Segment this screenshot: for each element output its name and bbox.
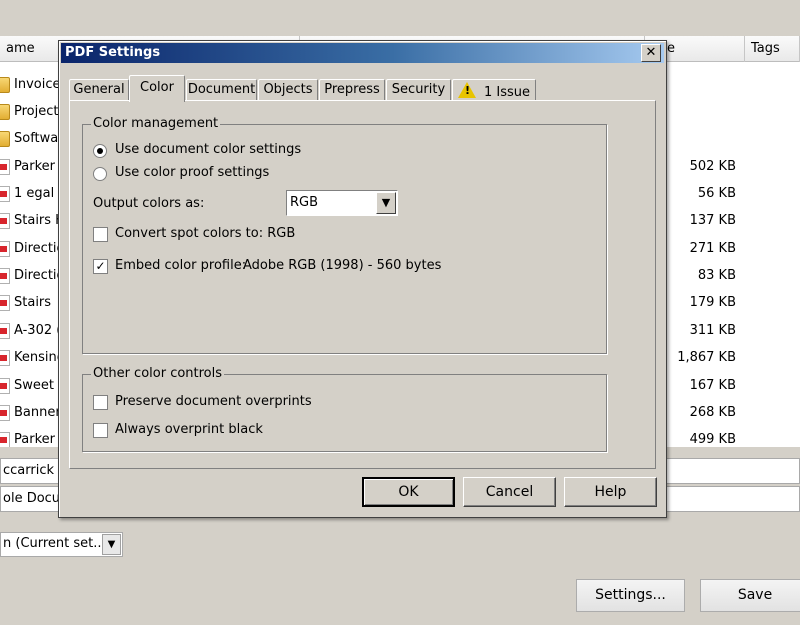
checkbox-unchecked-icon[interactable] [93, 227, 108, 242]
overprint-black-label: Always overprint black [115, 422, 263, 437]
file-size: 502 KB [689, 159, 736, 174]
tab-objects[interactable]: Objects [258, 79, 318, 101]
checkbox-unchecked-icon[interactable] [93, 423, 108, 438]
cancel-button[interactable]: Cancel [463, 477, 556, 507]
other-color-controls-label: Other color controls [91, 366, 225, 381]
warning-icon: ! [457, 82, 476, 98]
file-name: Invoice [14, 77, 61, 92]
tab-issues[interactable]: ! 1 Issue [452, 79, 536, 101]
radio-unselected-icon[interactable] [93, 167, 107, 181]
folder-icon [0, 77, 10, 93]
output-colors-select[interactable]: RGB ▼ [286, 190, 398, 216]
radio-selected-icon[interactable] [93, 144, 107, 158]
embed-color-profile-label: Embed color profile: [115, 258, 247, 273]
tab-document[interactable]: Document [186, 79, 257, 101]
file-size: 137 KB [689, 213, 736, 228]
dialog-title: PDF Settings [65, 45, 161, 60]
folder-icon [0, 104, 10, 120]
preset-select-value: n (Current set... [3, 536, 106, 551]
file-size: 311 KB [689, 323, 736, 338]
pdf-file-icon [0, 241, 10, 257]
embed-color-profile-value: Adobe RGB (1998) - 560 bytes [243, 258, 442, 273]
file-name: A-302 ( [14, 323, 62, 338]
file-name: Softwa [14, 131, 59, 146]
pdf-file-icon [0, 295, 10, 311]
color-management-label: Color management [91, 116, 221, 131]
pdf-file-icon [0, 186, 10, 202]
pdf-file-icon [0, 350, 10, 366]
file-size: 83 KB [697, 268, 736, 283]
other-color-controls-group: Other color controls Preserve document o… [82, 366, 607, 452]
file-name: Parker [14, 159, 55, 174]
use-color-proof-label: Use color proof settings [115, 165, 270, 180]
file-name: Parker [14, 432, 55, 447]
file-name: Banner [14, 405, 61, 420]
convert-spot-colors-label: Convert spot colors to: RGB [115, 226, 296, 241]
tab-security[interactable]: Security [386, 79, 451, 101]
color-management-group: Color management Use document color sett… [82, 116, 607, 354]
help-button[interactable]: Help [564, 477, 657, 507]
checkmark-icon[interactable]: ✓ [93, 259, 108, 274]
dialog-titlebar[interactable]: PDF Settings ✕ [61, 43, 664, 63]
checkbox-unchecked-icon[interactable] [93, 395, 108, 410]
tab-color[interactable]: Color [129, 75, 185, 102]
ok-button[interactable]: OK [362, 477, 455, 507]
file-name: Stairs [14, 295, 52, 310]
file-name: Project [14, 104, 59, 119]
use-document-color-label: Use document color settings [115, 142, 302, 157]
pdf-settings-dialog: PDF Settings ✕ General Color Document Ob… [58, 40, 667, 518]
tab-general[interactable]: General [69, 79, 129, 101]
dropdown-arrow-icon[interactable]: ▼ [376, 192, 396, 214]
file-name: Directio [14, 241, 65, 256]
preset-select[interactable]: n (Current set... ▼ [0, 532, 123, 557]
folder-icon [0, 131, 10, 147]
background-toolbar-area [0, 0, 800, 36]
file-size: 1,867 KB [677, 350, 736, 365]
save-button[interactable]: Save [700, 579, 800, 612]
file-size: 56 KB [697, 186, 736, 201]
output-colors-value: RGB [290, 195, 319, 210]
pdf-file-icon [0, 432, 10, 447]
preserve-overprints-label: Preserve document overprints [115, 394, 312, 409]
column-header-tags[interactable]: Tags [745, 36, 800, 62]
output-colors-label: Output colors as: [93, 196, 205, 211]
pdf-file-icon [0, 405, 10, 421]
file-name: Stairs K [14, 213, 64, 228]
pdf-file-icon [0, 268, 10, 284]
file-size: 167 KB [689, 378, 736, 393]
file-size: 271 KB [689, 241, 736, 256]
file-name: Sweet r [14, 378, 64, 393]
file-size: 268 KB [689, 405, 736, 420]
dropdown-arrow-icon[interactable]: ▼ [102, 534, 121, 555]
pdf-file-icon [0, 159, 10, 175]
file-name: 1 egal [14, 186, 55, 201]
file-size: 499 KB [689, 432, 736, 447]
close-icon[interactable]: ✕ [641, 44, 661, 62]
file-size: 179 KB [689, 295, 736, 310]
pdf-file-icon [0, 378, 10, 394]
file-name: Directio [14, 268, 65, 283]
color-tab-panel: Color management Use document color sett… [69, 100, 656, 469]
pdf-file-icon [0, 213, 10, 229]
tab-prepress[interactable]: Prepress [319, 79, 385, 101]
settings-button[interactable]: Settings... [576, 579, 685, 612]
pdf-file-icon [0, 323, 10, 339]
tab-issues-label: 1 Issue [483, 85, 531, 100]
